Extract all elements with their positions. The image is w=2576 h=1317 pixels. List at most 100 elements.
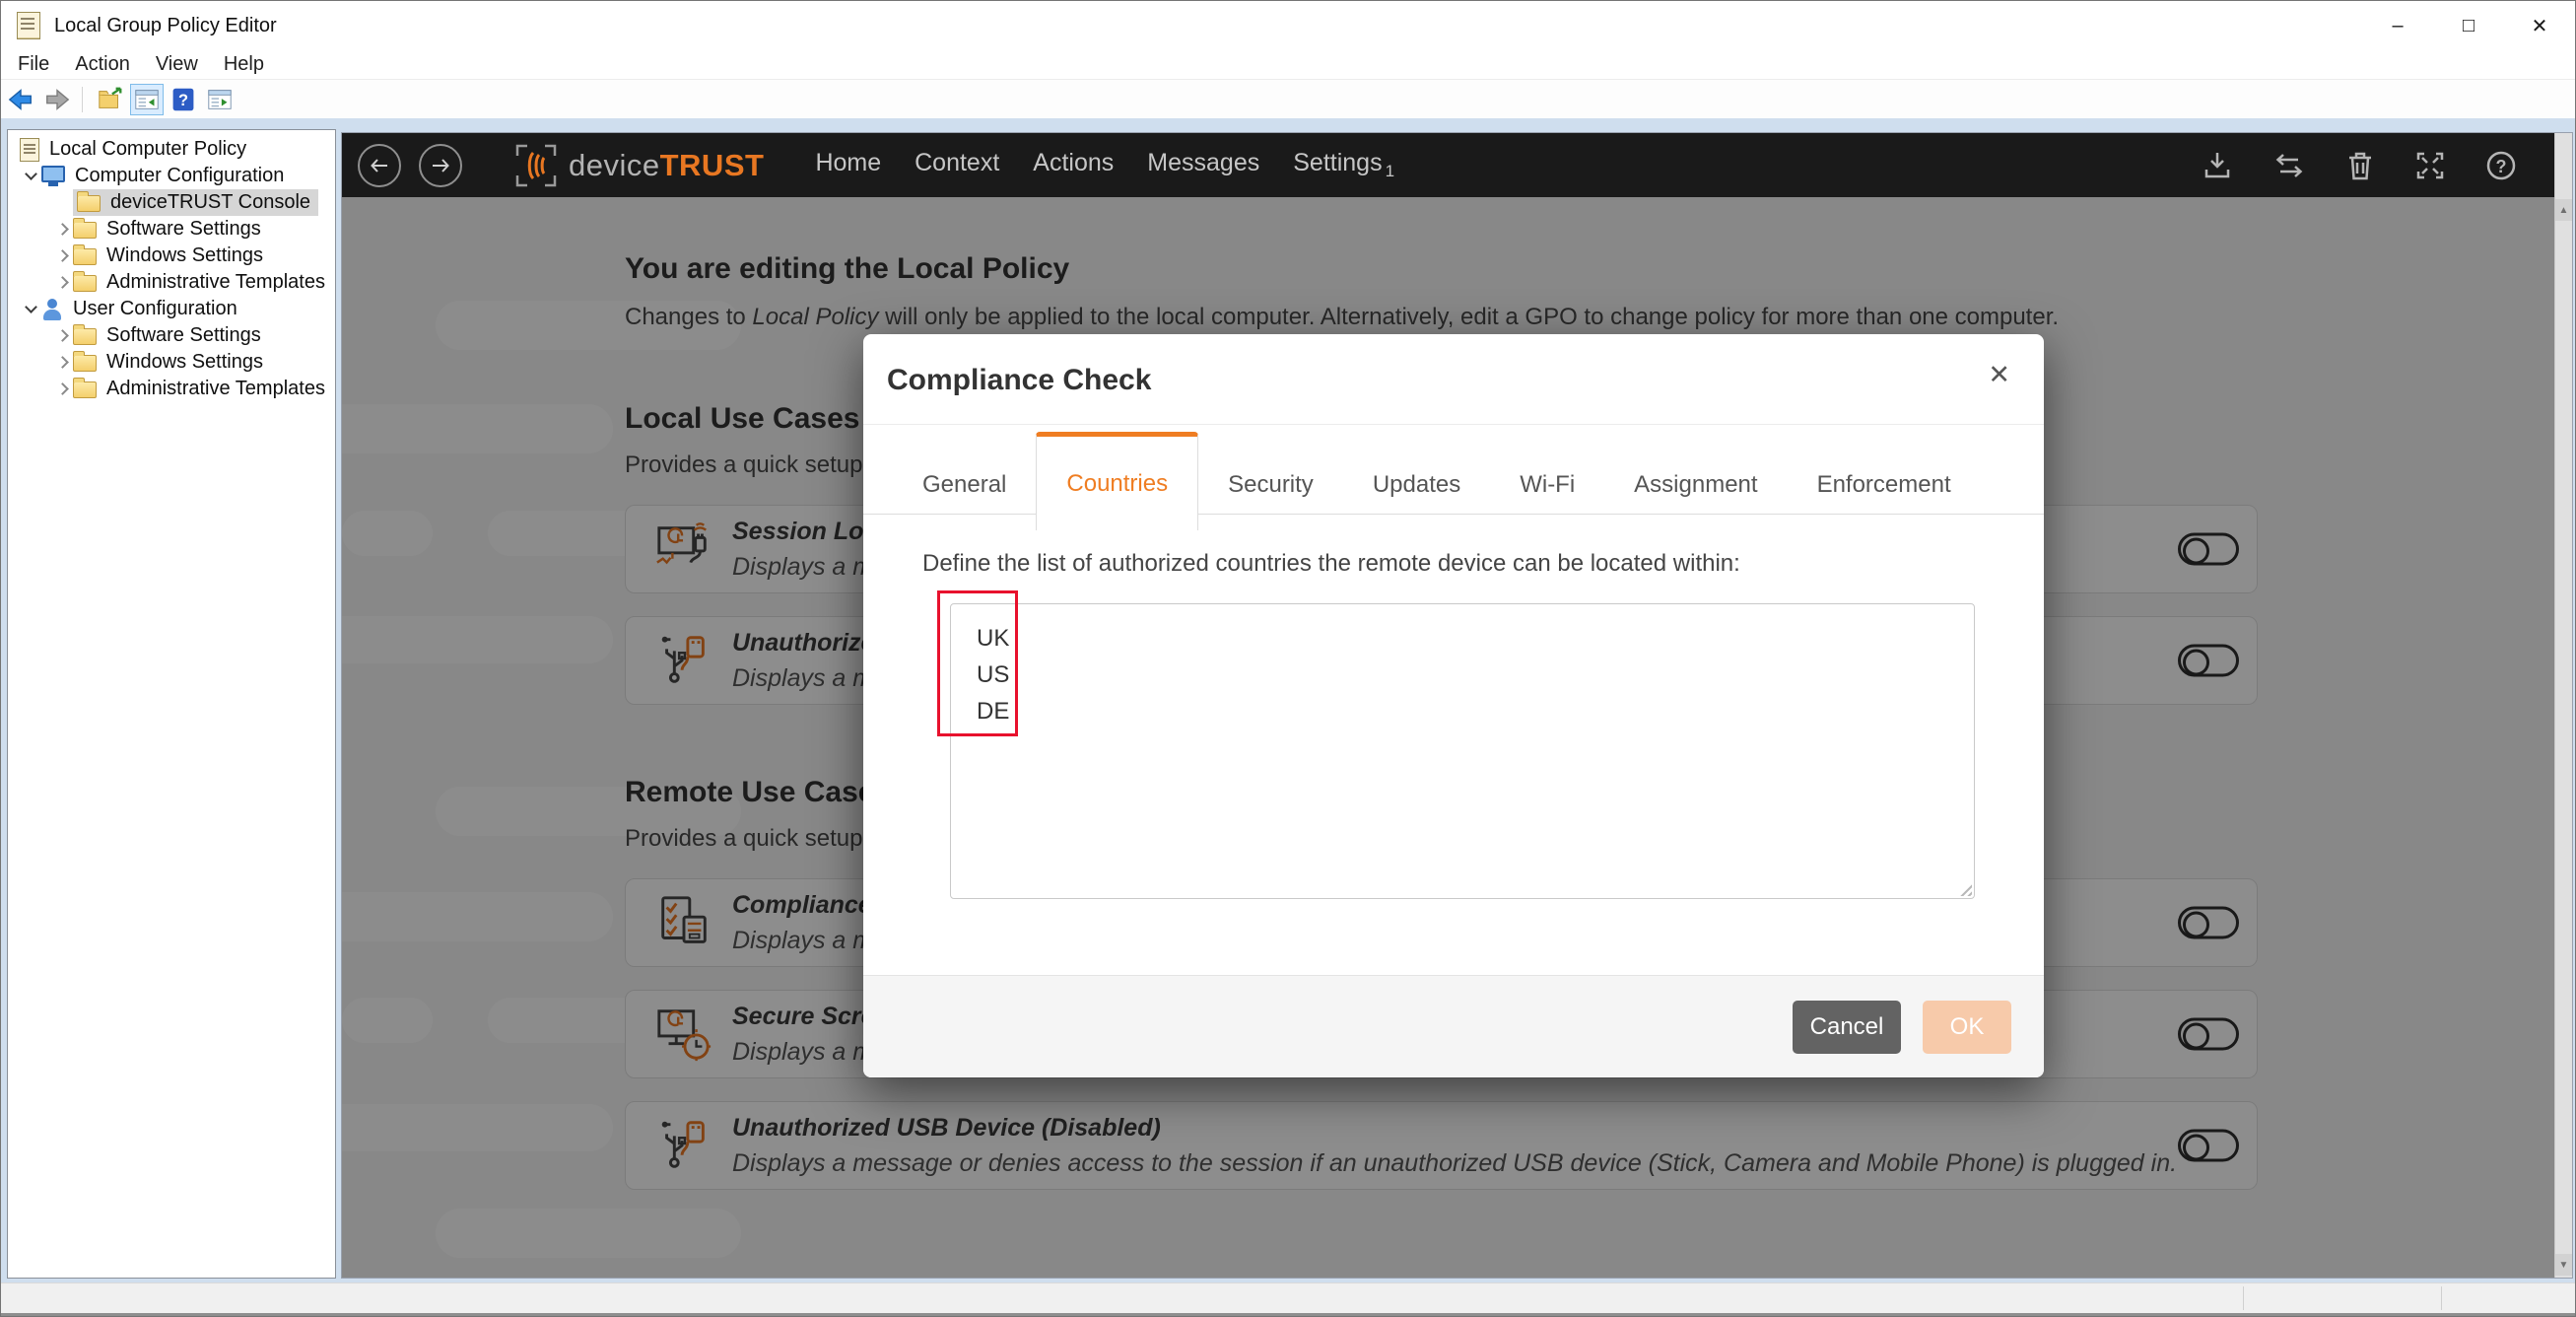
window-bottom-edge [1,1313,2575,1316]
chevron-right-icon[interactable] [51,276,73,289]
brand-device: device [569,147,660,182]
folder-icon [73,351,97,372]
console-nav-links: Home Context Actions Messages Settings 1 [815,149,1394,181]
tree-item-administrative-templates-user[interactable]: Administrative Templates [8,376,335,402]
nav-home[interactable]: Home [815,149,881,177]
tab-countries[interactable]: Countries [1036,432,1199,530]
dialog-header: Compliance Check ✕ [863,334,2044,425]
menu-bar: File Action View Help [1,50,2575,80]
minimize-button[interactable]: – [2362,1,2433,50]
help-icon[interactable]: ? [2483,148,2519,183]
folder-icon [77,191,101,212]
resize-handle[interactable] [1957,881,1972,896]
show-action-pane-icon[interactable] [203,84,237,115]
tree-item-software-settings-computer[interactable]: Software Settings [8,216,335,243]
chevron-right-icon[interactable] [51,249,73,262]
back-icon[interactable] [4,84,37,115]
chevron-right-icon[interactable] [51,223,73,236]
menu-help[interactable]: Help [224,53,264,76]
nav-settings[interactable]: Settings 1 [1293,149,1394,181]
statusbar-separator [2441,1286,2442,1310]
gpedit-app-icon [17,12,40,39]
dialog-title: Compliance Check [887,364,1152,396]
help-icon[interactable]: ? [167,84,200,115]
menu-file[interactable]: File [18,53,49,76]
fullscreen-icon[interactable] [2412,148,2448,183]
devicetrust-logo: deviceTRUST [513,141,764,190]
folder-icon [73,244,97,265]
nav-actions[interactable]: Actions [1033,149,1114,177]
folder-icon [73,378,97,398]
tree-item-administrative-templates-computer[interactable]: Administrative Templates [8,269,335,296]
chevron-right-icon[interactable] [51,329,73,342]
devicetrust-fingerprint-icon [515,144,557,186]
tab-security[interactable]: Security [1198,456,1343,514]
user-icon [41,298,63,321]
chevron-down-icon[interactable] [20,301,41,313]
chevron-right-icon[interactable] [51,382,73,395]
tab-enforcement[interactable]: Enforcement [1788,456,1981,514]
dialog-footer: Cancel OK [863,975,2044,1077]
console-top-nav: deviceTRUST Home Context Actions Message… [342,133,2554,197]
selected-tree-row: deviceTRUST Console [73,189,319,216]
policy-scroll-icon [20,137,39,162]
countries-textarea[interactable]: UK US DE [950,603,1975,899]
vertical-scrollbar[interactable]: ▲ ▼ [2554,133,2572,1278]
tree-item-devicetrust-console[interactable]: deviceTRUST Console [8,189,335,216]
status-bar [1,1282,2575,1313]
nav-forward-icon[interactable] [419,143,462,187]
menu-view[interactable]: View [156,53,198,76]
folder-icon [73,324,97,345]
country-entry: DE [977,698,1010,725]
delete-icon[interactable] [2343,148,2377,183]
close-button[interactable]: ✕ [2504,1,2575,50]
svg-text:?: ? [178,92,188,109]
dialog-body: Define the list of authorized countries … [863,515,2044,899]
download-icon[interactable] [2200,148,2235,183]
tab-wifi[interactable]: Wi-Fi [1490,456,1604,514]
statusbar-separator [2243,1286,2244,1310]
dialog-tabs: General Countries Security Updates Wi-Fi… [863,425,2044,530]
svg-text:?: ? [2496,157,2507,176]
tree-item-windows-settings-computer[interactable]: Windows Settings [8,243,335,269]
menu-action[interactable]: Action [75,53,130,76]
dialog-close-icon[interactable]: ✕ [1988,360,2010,390]
tree-item-user-configuration[interactable]: User Configuration [8,296,335,322]
window-title: Local Group Policy Editor [54,14,277,36]
tree-item-local-computer-policy[interactable]: Local Computer Policy [8,136,335,163]
scrollbar-up-icon[interactable]: ▲ [2555,199,2572,221]
local-group-policy-editor-window: Local Group Policy Editor – □ ✕ File Act… [0,0,2576,1317]
country-entry: UK [977,625,1010,652]
cancel-button[interactable]: Cancel [1793,1000,1901,1054]
annotation-highlight-box [937,590,1018,736]
tree-item-computer-configuration[interactable]: Computer Configuration [8,163,335,189]
nav-context[interactable]: Context [915,149,999,177]
tree-item-windows-settings-user[interactable]: Windows Settings [8,349,335,376]
transfer-icon[interactable] [2271,148,2308,183]
titlebar: Local Group Policy Editor – □ ✕ [1,1,2575,50]
toolbar: ? [1,80,2575,118]
computer-icon [41,166,65,186]
chevron-down-icon[interactable] [20,168,41,180]
export-list-icon[interactable] [94,84,127,115]
country-entry: US [977,661,1010,688]
tab-general[interactable]: General [893,456,1036,514]
toolbar-separator [82,86,83,112]
scrollbar-down-icon[interactable]: ▼ [2555,1254,2572,1276]
settings-badge: 1 [1385,162,1395,180]
folder-icon [73,218,97,239]
console-tree-panel: Local Computer Policy Computer Configura… [7,129,336,1279]
show-console-tree-icon[interactable] [130,83,164,115]
maximize-button[interactable]: □ [2433,1,2504,50]
chevron-right-icon[interactable] [51,356,73,369]
brand-trust: TRUST [659,147,765,182]
console-header-icons: ? [2200,148,2519,183]
ok-button[interactable]: OK [1923,1000,2011,1054]
tree-item-software-settings-user[interactable]: Software Settings [8,322,335,349]
nav-back-icon[interactable] [358,143,401,187]
tab-updates[interactable]: Updates [1343,456,1490,514]
nav-messages[interactable]: Messages [1147,149,1259,177]
forward-icon[interactable] [40,84,74,115]
tab-assignment[interactable]: Assignment [1604,456,1787,514]
countries-label: Define the list of authorized countries … [922,550,1740,577]
